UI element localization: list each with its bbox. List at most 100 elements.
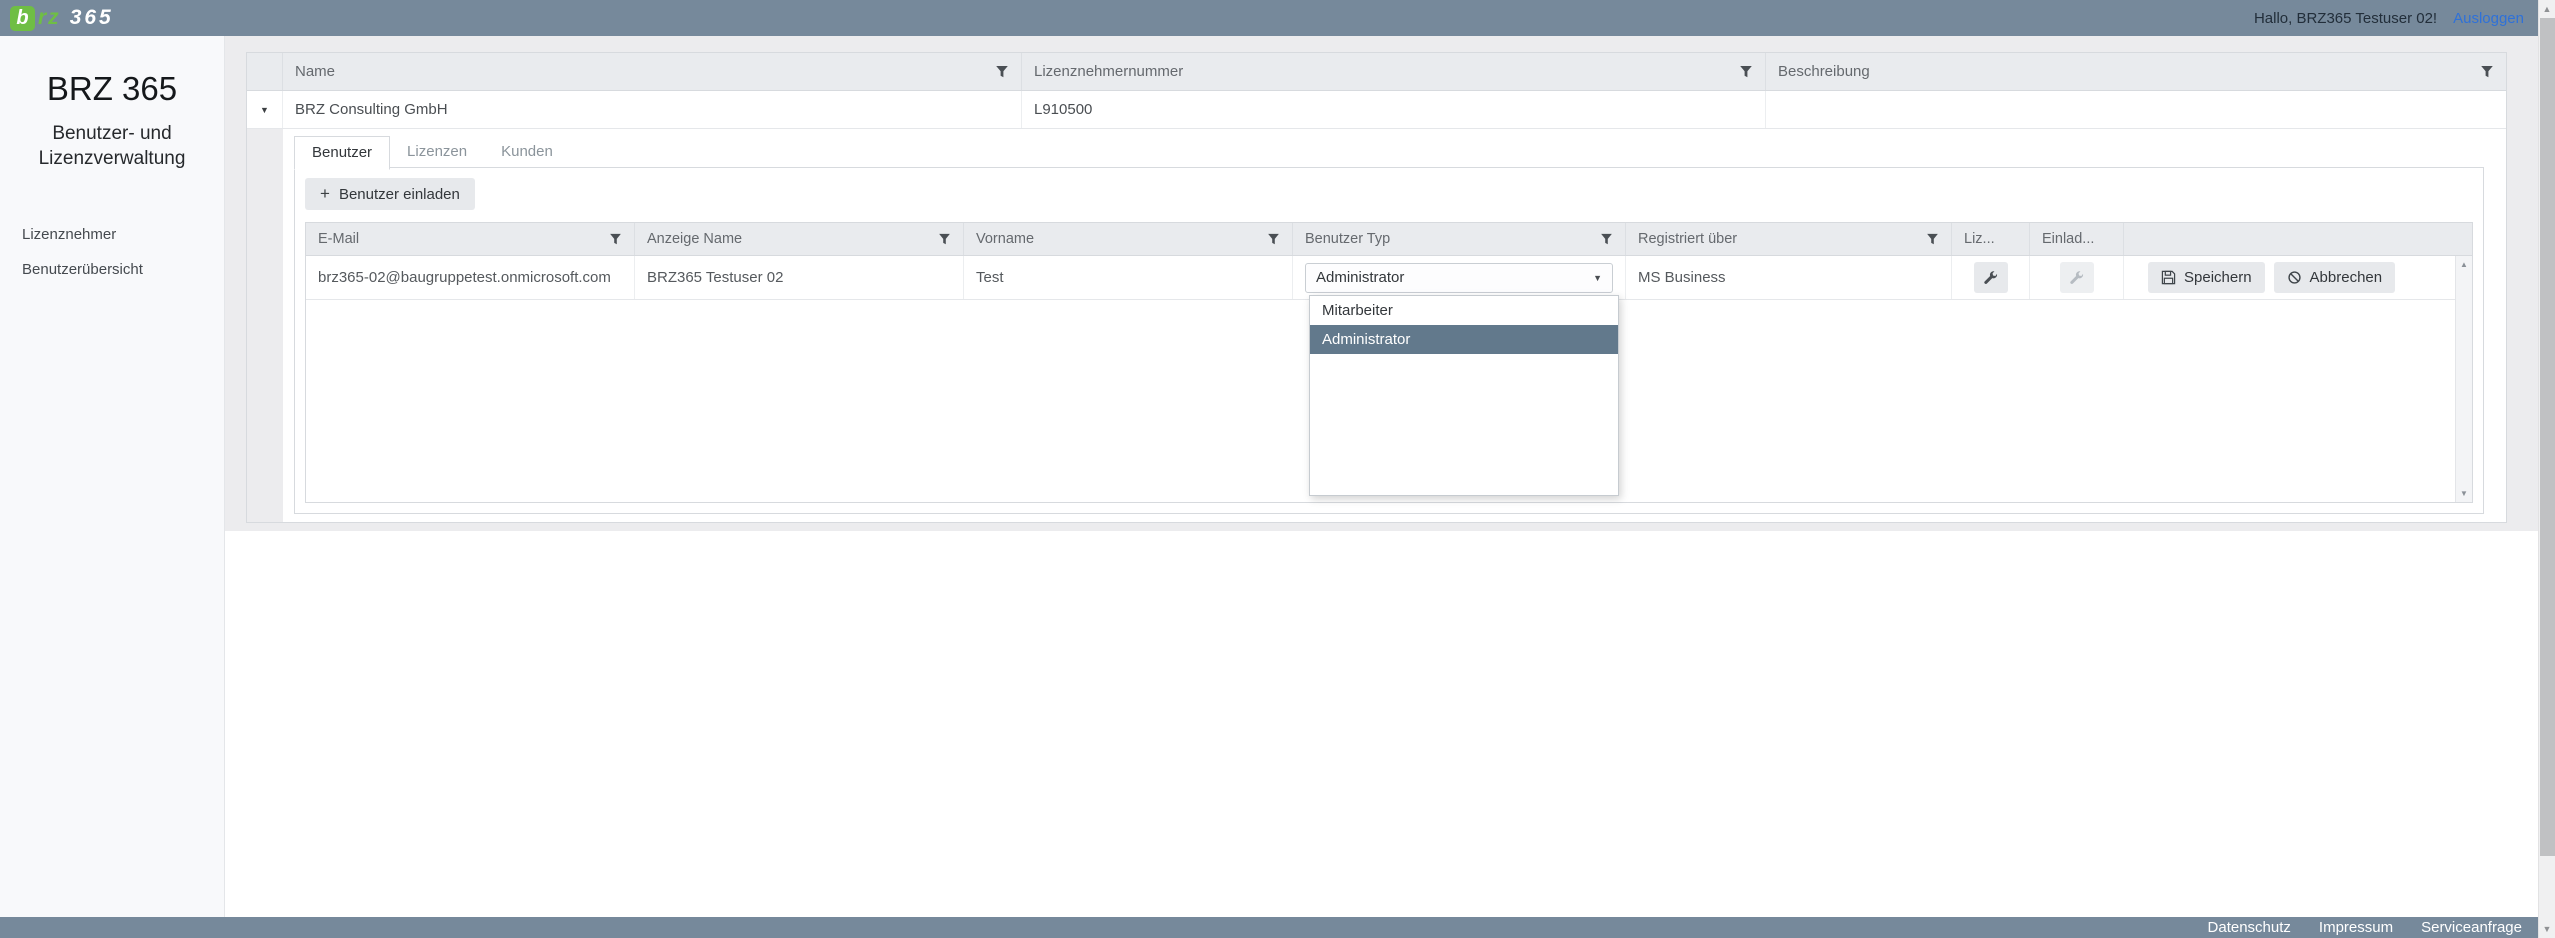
licensee-grid-zone: Name Lizenznehmernummer Beschreibung ▼ B…	[225, 36, 2538, 531]
user-type-cell: Administrator ▼	[1293, 256, 1626, 299]
filter-icon[interactable]	[1267, 233, 1280, 245]
scroll-up-icon[interactable]: ▲	[2539, 1, 2555, 17]
page-scrollbar[interactable]: ▲ ▼	[2538, 0, 2555, 938]
detail-tabs: Benutzer Lizenzen Kunden	[294, 136, 570, 170]
scroll-down-icon[interactable]: ▼	[2460, 489, 2468, 498]
logout-link[interactable]: Ausloggen	[2453, 10, 2524, 27]
wrench-icon	[1984, 271, 1998, 284]
scroll-up-icon[interactable]: ▲	[2460, 260, 2468, 269]
footer-bar: Datenschutz Impressum Serviceanfrage	[0, 917, 2538, 938]
licensee-row[interactable]: ▼ BRZ Consulting GmbH L910500	[247, 91, 2506, 129]
user-registered-via-cell: MS Business	[1626, 256, 1952, 299]
column-header-anzeige-name[interactable]: Anzeige Name	[635, 223, 964, 255]
filter-icon[interactable]	[1600, 233, 1613, 245]
sidebar-subtitle: Benutzer- und Lizenzverwaltung	[38, 123, 186, 169]
column-label: Beschreibung	[1778, 63, 1870, 80]
expander-column-header	[247, 53, 283, 90]
invite-user-button-label: Benutzer einladen	[338, 185, 460, 203]
footer-link-impressum[interactable]: Impressum	[2319, 919, 2393, 936]
user-grid-scrollbar[interactable]: ▲ ▼	[2455, 256, 2472, 502]
user-row-edit: brz365-02@baugruppetest.onmicrosoft.com …	[306, 256, 2472, 300]
filter-icon[interactable]	[938, 233, 951, 245]
column-header-lizenz[interactable]: Liz...	[1952, 223, 2030, 255]
save-button-label: Speichern	[2184, 269, 2252, 286]
cancel-button[interactable]: Abbrechen	[2273, 262, 2396, 293]
column-label: Benutzer Typ	[1305, 231, 1391, 247]
user-invitation-cell	[2030, 256, 2124, 299]
tab-kunden[interactable]: Kunden	[484, 136, 570, 169]
plus-icon: +	[320, 184, 330, 203]
row-actions-cell: Speichern Abbrechen	[2124, 256, 2472, 299]
filter-icon[interactable]	[1926, 233, 1939, 245]
column-header-lizenznehmernummer[interactable]: Lizenznehmernummer	[1022, 53, 1766, 90]
licensee-detail-area: Benutzer Lizenzen Kunden + Benutzer einl…	[247, 129, 2506, 522]
top-bar: b rz 365 Hallo, BRZ365 Testuser 02! Ausl…	[0, 0, 2538, 36]
chevron-down-icon: ▼	[1593, 272, 1602, 283]
filter-icon[interactable]	[995, 65, 1009, 78]
footer-link-datenschutz[interactable]: Datenschutz	[2208, 919, 2291, 936]
user-greeting: Hallo, BRZ365 Testuser 02!	[2253, 9, 2438, 27]
user-display-name-cell: BRZ365 Testuser 02	[635, 256, 964, 299]
dropdown-option-mitarbeiter[interactable]: Mitarbeiter	[1310, 296, 1618, 325]
column-label: Name	[295, 63, 336, 80]
filter-icon[interactable]	[609, 233, 622, 245]
column-label: Liz...	[1964, 231, 1995, 247]
wrench-icon	[2070, 271, 2084, 284]
benutzer-tab-panel: + Benutzer einladen E-Mail Anzeige Name …	[294, 167, 2484, 514]
cancel-button-label: Abbrechen	[2309, 269, 2383, 286]
column-label: Registriert über	[1638, 231, 1738, 247]
user-type-select[interactable]: Administrator ▼	[1305, 262, 1613, 293]
user-email-cell: brz365-02@baugruppetest.onmicrosoft.com	[306, 256, 635, 299]
sidebar-item-benutzeruebersicht[interactable]: Benutzerübersicht	[0, 252, 224, 287]
user-type-dropdown-list: Mitarbeiter Administrator	[1309, 295, 1619, 496]
column-header-einladung[interactable]: Einlad...	[2030, 223, 2124, 255]
user-grid-header: E-Mail Anzeige Name Vorname Benutzer Typ…	[306, 223, 2472, 256]
column-header-registriert-ueber[interactable]: Registriert über	[1626, 223, 1952, 255]
save-button[interactable]: Speichern	[2148, 262, 2265, 293]
cancel-icon	[2287, 271, 2301, 284]
column-header-benutzer-typ[interactable]: Benutzer Typ	[1293, 223, 1626, 255]
row-expander-cell: ▼	[247, 91, 283, 128]
tab-benutzer[interactable]: Benutzer	[294, 136, 391, 170]
licensee-number-cell: L910500	[1022, 91, 1766, 128]
column-label: Lizenznehmernummer	[1034, 63, 1184, 80]
license-wrench-button[interactable]	[1973, 262, 2008, 293]
column-header-actions	[2124, 223, 2472, 255]
column-header-vorname[interactable]: Vorname	[964, 223, 1293, 255]
user-first-name-cell: Test	[964, 256, 1293, 299]
save-icon	[2161, 270, 2176, 285]
tab-lizenzen[interactable]: Lizenzen	[390, 136, 484, 169]
detail-left-gutter	[247, 129, 283, 522]
main-content: Name Lizenznehmernummer Beschreibung ▼ B…	[225, 36, 2538, 917]
topbar-user-area: Hallo, BRZ365 Testuser 02! Ausloggen	[2254, 10, 2524, 27]
filter-icon[interactable]	[2480, 65, 2494, 78]
licensee-name-cell: BRZ Consulting GmbH	[283, 91, 1022, 128]
scroll-down-icon[interactable]: ▼	[2539, 921, 2555, 937]
user-license-cell	[1952, 256, 2030, 299]
user-type-select-value: Administrator	[1316, 269, 1405, 286]
sidebar-item-lizenznehmer[interactable]: Lizenznehmer	[0, 217, 224, 252]
user-grid: E-Mail Anzeige Name Vorname Benutzer Typ…	[305, 222, 2473, 503]
column-header-beschreibung[interactable]: Beschreibung	[1766, 53, 2506, 90]
column-label: Anzeige Name	[647, 231, 743, 247]
footer-link-serviceanfrage[interactable]: Serviceanfrage	[2421, 919, 2522, 936]
brz-logo-icon: b	[10, 5, 35, 31]
licensee-grid: Name Lizenznehmernummer Beschreibung ▼ B…	[246, 52, 2507, 523]
column-header-email[interactable]: E-Mail	[306, 223, 635, 255]
brz365-logo: b rz 365	[10, 5, 114, 31]
logo-text-rz: rz	[38, 6, 61, 29]
collapse-arrow-icon[interactable]: ▼	[260, 105, 269, 115]
licensee-description-cell	[1766, 91, 2506, 128]
column-header-name[interactable]: Name	[283, 53, 1022, 90]
filter-icon[interactable]	[1739, 65, 1753, 78]
app-root: b rz 365 Hallo, BRZ365 Testuser 02! Ausl…	[0, 0, 2555, 938]
sidebar-title: BRZ 365	[46, 70, 178, 107]
sidebar: BRZ 365 Benutzer- und Lizenzverwaltung L…	[0, 36, 225, 917]
sidebar-nav: Lizenznehmer Benutzerübersicht	[0, 217, 224, 287]
invitation-wrench-button[interactable]	[2059, 262, 2094, 293]
logo-text-365: 365	[69, 6, 114, 29]
dropdown-option-administrator[interactable]: Administrator	[1310, 325, 1618, 354]
invite-user-button[interactable]: + Benutzer einladen	[305, 178, 475, 210]
column-label: E-Mail	[318, 231, 360, 247]
scrollbar-thumb[interactable]	[2540, 18, 2555, 856]
